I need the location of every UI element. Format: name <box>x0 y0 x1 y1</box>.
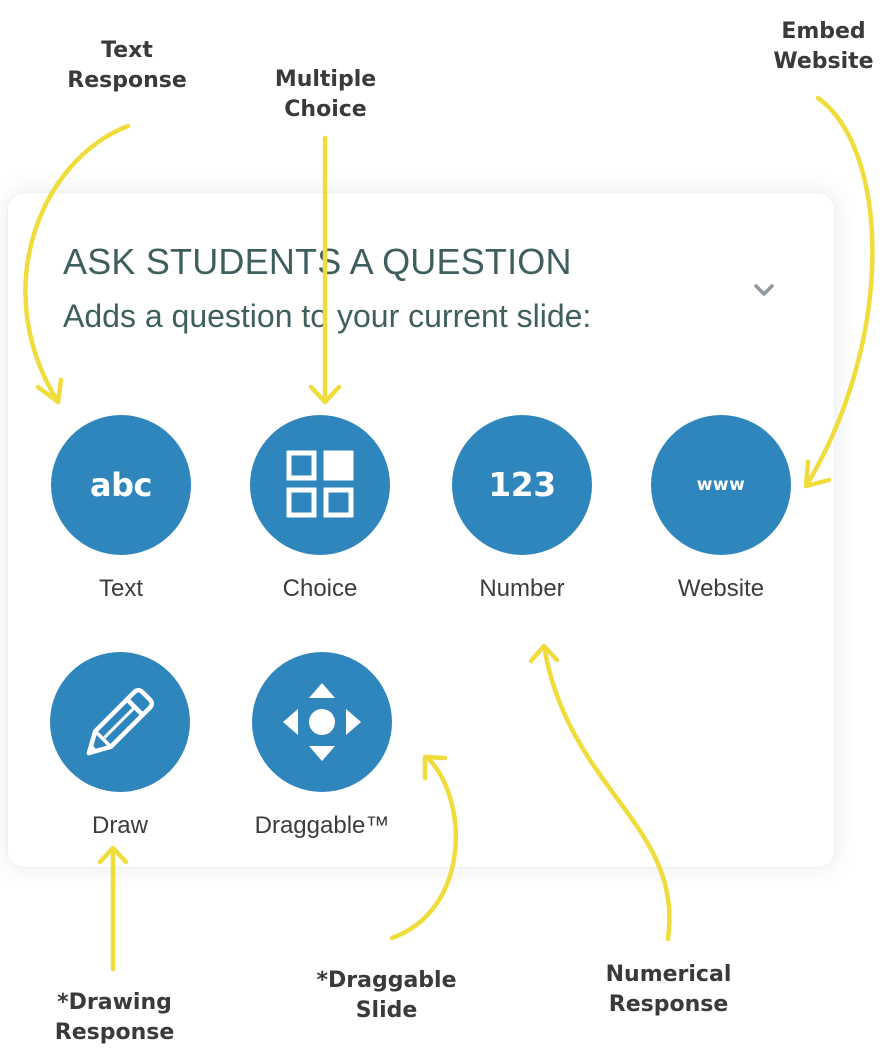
website-button-label: Website <box>677 575 765 602</box>
callout-line: Numerical <box>605 962 732 987</box>
choice-question-button[interactable]: Choice <box>240 415 400 603</box>
grid-icon <box>286 450 354 518</box>
multiple-choice-callout: Multiple Choice <box>248 65 403 125</box>
number-button-label: Number <box>479 575 565 602</box>
text-question-button[interactable]: abc Text <box>41 415 201 603</box>
chevron-down-icon <box>754 284 774 296</box>
text-button-circle: abc <box>51 415 191 555</box>
callout-line: Response <box>54 1020 175 1045</box>
draw-button-label: Draw <box>91 812 148 839</box>
callout-line: *Drawing <box>57 990 172 1015</box>
move-arrows-icon <box>283 683 361 761</box>
number-question-button[interactable]: 123 Number <box>442 415 602 603</box>
123-icon: 123 <box>488 465 556 504</box>
callout-line: Response <box>67 68 187 93</box>
embed-website-callout: Embed Website <box>761 17 886 77</box>
callout-line: Text <box>101 38 153 63</box>
pencil-icon <box>86 687 155 756</box>
draggable-button-label: Draggable™ <box>254 812 390 839</box>
number-button-circle: 123 <box>452 415 592 555</box>
numerical-response-callout: Numerical Response <box>586 960 751 1020</box>
abc-icon: abc <box>90 466 152 504</box>
draggable-button-circle <box>252 652 392 792</box>
draw-question-button[interactable]: Draw <box>40 652 200 840</box>
www-icon: www <box>696 475 746 495</box>
draggable-slide-callout: *Draggable Slide <box>294 966 479 1026</box>
callout-line: Choice <box>284 97 367 122</box>
panel-subtitle: Adds a question to your current slide: <box>63 298 592 334</box>
draw-button-circle <box>50 652 190 792</box>
draggable-question-button[interactable]: Draggable™ <box>242 652 402 840</box>
callout-line: Response <box>608 992 729 1017</box>
callout-line: Slide <box>355 998 418 1023</box>
choice-button-label: Choice <box>282 575 358 602</box>
callout-line: Multiple <box>274 67 377 92</box>
text-response-callout: Text Response <box>42 36 212 96</box>
website-question-button[interactable]: www Website <box>641 415 801 603</box>
panel-title: ASK STUDENTS A QUESTION <box>63 241 572 282</box>
callout-line: Embed <box>781 19 866 44</box>
callout-line: Website <box>773 49 874 74</box>
drawing-response-callout: *Drawing Response <box>27 988 202 1048</box>
text-button-label: Text <box>98 575 143 602</box>
collapse-toggle-button[interactable] <box>748 276 780 304</box>
website-button-circle: www <box>651 415 791 555</box>
callout-line: *Draggable <box>316 968 457 993</box>
screenshot-stage: ASK STUDENTS A QUESTION Adds a question … <box>0 0 891 1059</box>
choice-button-circle <box>250 415 390 555</box>
